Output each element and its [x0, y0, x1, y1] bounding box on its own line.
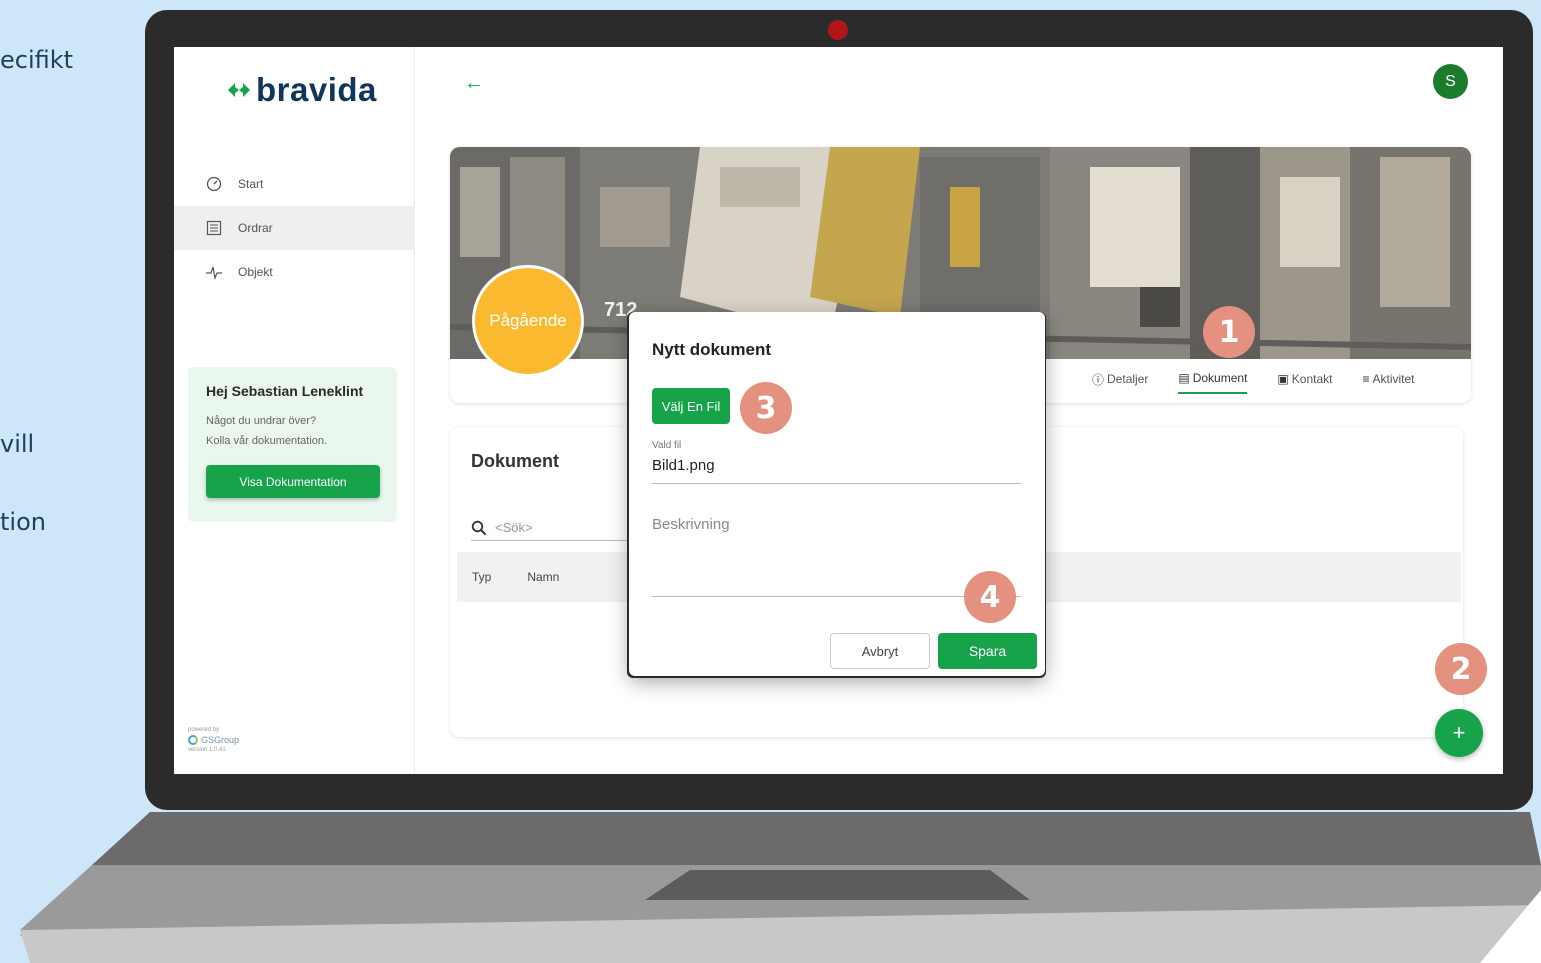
camera-icon — [828, 20, 848, 40]
powered-label: powered by — [188, 727, 220, 733]
bravida-mark-icon — [228, 83, 250, 97]
order-tabs: ⓘ Detaljer ▤ Dokument ▣ Kontakt ≡ Aktivi… — [1092, 368, 1415, 394]
search-icon — [471, 520, 487, 535]
document-icon: ▤ — [1178, 371, 1190, 385]
description-field[interactable]: Beskrivning — [652, 516, 730, 533]
list-lines-icon: ≡ — [1362, 372, 1370, 386]
version-label: version 1.0.41 — [188, 747, 226, 753]
list-icon — [206, 220, 222, 236]
status-badge: Pågående — [472, 265, 584, 377]
sidebar: bravida Start Ordrar Objekt Hej Sebastia… — [174, 47, 415, 774]
gsgroup-ring-icon — [188, 735, 198, 745]
speedometer-icon — [206, 176, 222, 192]
sidebar-item-objekt[interactable]: Objekt — [174, 250, 415, 294]
contact-card-icon: ▣ — [1277, 372, 1289, 386]
column-namn: Namn — [527, 570, 560, 584]
tab-dokument[interactable]: ▤ Dokument — [1178, 368, 1248, 394]
step-marker-4: 4 — [964, 571, 1016, 623]
avatar[interactable]: S — [1433, 64, 1468, 99]
logo-text: bravida — [256, 71, 377, 108]
documents-title: Dokument — [471, 451, 560, 471]
tab-aktivitet[interactable]: ≡ Aktivitet — [1362, 368, 1414, 394]
selected-file-label: Vald fil — [652, 440, 682, 451]
sidebar-item-start[interactable]: Start — [174, 162, 415, 206]
tab-label: Detaljer — [1107, 372, 1149, 386]
selected-file-field[interactable]: Bild1.png — [652, 457, 1021, 484]
gsgroup-label: GSGroup — [201, 735, 240, 745]
back-arrow-icon[interactable]: ← — [464, 72, 484, 95]
save-button[interactable]: Spara — [938, 633, 1037, 669]
step-marker-3: 3 — [740, 382, 792, 434]
help-line-2: Kolla vår dokumentation. — [206, 435, 328, 447]
step-marker-1: 1 — [1203, 306, 1255, 358]
dialog-title: Nytt dokument — [652, 340, 771, 359]
tab-label: Dokument — [1192, 371, 1248, 385]
tab-detaljer[interactable]: ⓘ Detaljer — [1092, 368, 1148, 394]
sidebar-item-label: Ordrar — [238, 221, 273, 235]
powered-by: powered by GSGroup version 1.0.41 — [188, 725, 239, 755]
help-line-1: Något du undrar över? — [206, 415, 317, 427]
add-document-button[interactable]: + — [1435, 709, 1483, 757]
search-placeholder: <Sök> — [495, 520, 533, 535]
sidebar-item-label: Start — [238, 177, 264, 191]
tab-kontakt[interactable]: ▣ Kontakt — [1277, 368, 1332, 394]
bravida-logo[interactable]: bravida — [226, 71, 377, 109]
help-card: Hej Sebastian Leneklint Något du undrar … — [188, 367, 397, 522]
tab-label: Kontakt — [1291, 372, 1333, 386]
info-icon: ⓘ — [1092, 372, 1105, 387]
sidebar-item-ordrar[interactable]: Ordrar — [174, 206, 415, 250]
gsgroup-logo: GSGroup — [188, 735, 239, 745]
column-typ: Typ — [472, 570, 492, 584]
tab-label: Aktivitet — [1372, 372, 1415, 386]
app-screen: bravida Start Ordrar Objekt Hej Sebastia… — [174, 47, 1503, 774]
show-documentation-button[interactable]: Visa Dokumentation — [206, 465, 380, 498]
pulse-icon — [206, 264, 222, 280]
step-marker-2: 2 — [1435, 643, 1487, 695]
cancel-button[interactable]: Avbryt — [830, 633, 930, 669]
choose-file-button[interactable]: Välj En Fil — [652, 388, 730, 424]
sidebar-item-label: Objekt — [238, 265, 273, 279]
help-title: Hej Sebastian Leneklint — [206, 383, 364, 399]
